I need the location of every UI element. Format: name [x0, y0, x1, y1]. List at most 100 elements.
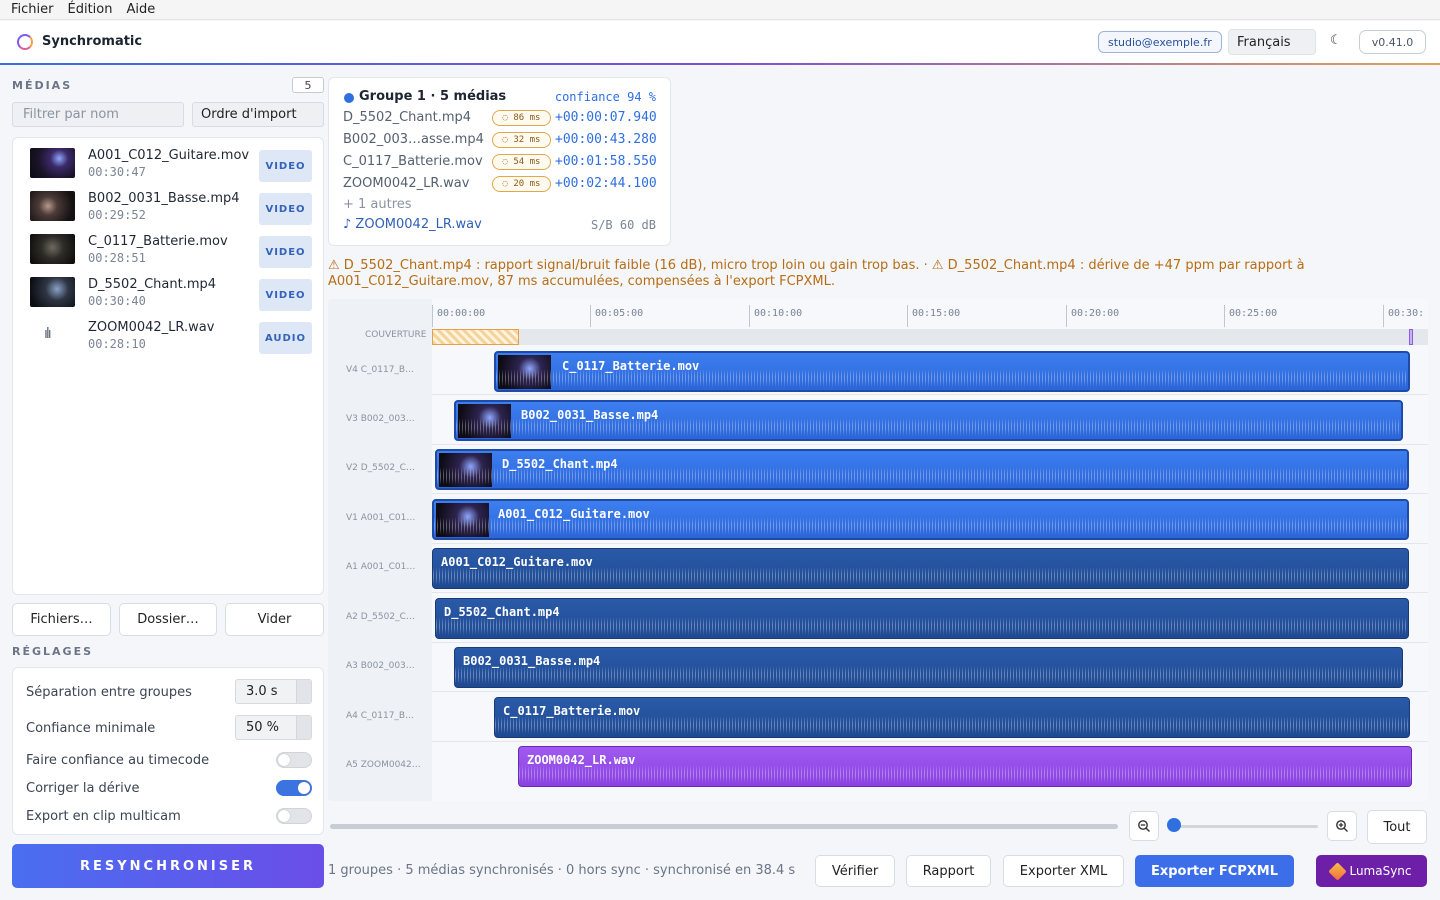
track-label-a3: A3 B002_003…	[346, 661, 415, 671]
timeline[interactable]: 00:00:00 00:05:00 00:10:00 00:15:00 00:2…	[328, 299, 1428, 801]
clip-a3-basse[interactable]: B002_0031_Basse.mp4	[454, 647, 1403, 688]
ruler-label: 00:05:00	[595, 308, 644, 319]
ruler-label: 00:15:00	[912, 308, 961, 319]
ruler-label: 00:20:00	[1071, 308, 1120, 319]
clip-a4-batterie[interactable]: C_0117_Batterie.mov	[494, 697, 1410, 738]
ruler-tick	[1383, 305, 1384, 327]
media-item-batterie[interactable]: C_0117_Batterie.mov 00:28:51 VIDEO	[30, 234, 316, 272]
group-row-offset: +00:00:43.280	[555, 132, 657, 147]
media-name: A001_C012_Guitare.mov	[88, 148, 250, 163]
media-type-badge: VIDEO	[259, 236, 312, 268]
settings-panel: Séparation entre groupes 3.0 s Confiance…	[12, 667, 324, 835]
media-type-badge: VIDEO	[259, 150, 312, 182]
clip-name: B002_0031_Basse.mp4	[521, 408, 659, 422]
confidence-label: Confiance minimale	[26, 721, 156, 736]
drift-label: Corriger la dérive	[26, 781, 140, 796]
clip-a5-zoom[interactable]: ZOOM0042_LR.wav	[518, 746, 1412, 787]
export-xml-button[interactable]: Exporter XML	[1003, 855, 1124, 887]
ruler-tick	[907, 305, 908, 327]
track-label-v3: V3 B002_003…	[346, 414, 415, 424]
clip-v1-guitare[interactable]: A001_C012_Guitare.mov	[432, 499, 1409, 540]
timecode-label: Faire confiance au timecode	[26, 753, 210, 768]
track-separator	[432, 592, 1428, 593]
verify-button[interactable]: Vérifier	[815, 855, 895, 887]
offset-precision-badge: ◌ 32 ms	[492, 132, 551, 148]
clip-v3-basse[interactable]: B002_0031_Basse.mp4	[454, 400, 1403, 441]
coverage-end-marker	[1409, 329, 1413, 345]
clip-v2-chant[interactable]: D_5502_Chant.mp4	[435, 449, 1409, 490]
clip-waveform	[433, 567, 1408, 585]
timeline-scrollbar[interactable]	[330, 824, 1118, 829]
media-type-badge: AUDIO	[259, 322, 312, 354]
header-gradient-divider	[0, 63, 1440, 65]
media-duration: 00:30:40	[88, 294, 146, 308]
clip-name: A001_C012_Guitare.mov	[498, 507, 650, 521]
ruler-tick	[1224, 305, 1225, 327]
group-snr: S/B 60 dB	[590, 218, 656, 232]
multicam-toggle[interactable]	[276, 808, 312, 824]
filter-input[interactable]	[12, 102, 184, 127]
media-duration: 00:28:10	[88, 337, 146, 351]
media-item-zoom[interactable]: ılı ZOOM0042_LR.wav 00:28:10 AUDIO	[30, 320, 316, 358]
add-folder-button[interactable]: Dossier…	[119, 603, 217, 636]
clip-v4-batterie[interactable]: C_0117_Batterie.mov	[494, 351, 1410, 392]
lumasync-button[interactable]: LumaSync	[1316, 855, 1427, 887]
group-row-offset: +00:00:07.940	[555, 110, 657, 125]
media-item-guitare[interactable]: A001_C012_Guitare.mov 00:30:47 VIDEO	[30, 148, 316, 186]
timecode-toggle[interactable]	[276, 752, 312, 768]
media-name: D_5502_Chant.mp4	[88, 277, 217, 292]
menu-aide[interactable]: Aide	[126, 2, 155, 17]
resync-button[interactable]: RESYNCHRONISER	[12, 844, 324, 888]
track-separator	[432, 493, 1428, 494]
export-fcpxml-button[interactable]: Exporter FCPXML	[1135, 855, 1294, 887]
media-count-badge: 5	[292, 77, 324, 93]
lumasync-logo-icon	[1328, 861, 1348, 881]
zoom-in-icon[interactable]	[1327, 811, 1357, 841]
separation-label: Séparation entre groupes	[26, 685, 192, 700]
sync-status: 1 groupes · 5 médias synchronisés · 0 ho…	[328, 863, 796, 878]
ruler-label: 00:30:	[1388, 308, 1425, 319]
track-separator	[432, 691, 1428, 692]
drift-toggle[interactable]	[276, 780, 312, 796]
zoom-slider[interactable]	[1172, 825, 1318, 828]
zoom-fit-button[interactable]: Tout	[1367, 810, 1427, 844]
media-item-chant[interactable]: D_5502_Chant.mp4 00:30:40 VIDEO	[30, 277, 316, 315]
zoom-out-icon[interactable]	[1129, 811, 1159, 841]
ruler-tick	[432, 305, 433, 327]
ruler-tick	[1066, 305, 1067, 327]
group-card[interactable]: Groupe 1 · 5 médias confiance 94 % D_550…	[328, 77, 671, 246]
ruler-tick	[590, 305, 591, 327]
track-label-a5: A5 ZOOM0042…	[346, 760, 421, 770]
media-duration: 00:28:51	[88, 251, 146, 265]
media-name: ZOOM0042_LR.wav	[88, 320, 215, 335]
media-name: C_0117_Batterie.mov	[88, 234, 228, 249]
moon-icon[interactable]: ☾	[1330, 33, 1342, 48]
media-item-basse[interactable]: B002_0031_Basse.mp4 00:29:52 VIDEO	[30, 191, 316, 229]
video-thumbnail	[30, 191, 75, 221]
sync-warning: ⚠ D_5502_Chant.mp4 : rapport signal/brui…	[328, 258, 1305, 289]
clip-a2-chant[interactable]: D_5502_Chant.mp4	[435, 598, 1409, 639]
menu-fichier[interactable]: Fichier	[11, 2, 54, 17]
add-files-button[interactable]: Fichiers…	[12, 603, 111, 636]
group-row-offset: +00:02:44.100	[555, 176, 657, 191]
order-select[interactable]: Ordre d'import	[192, 102, 324, 127]
clip-waveform	[436, 617, 1408, 635]
zoom-slider-knob[interactable]	[1167, 818, 1181, 832]
language-select[interactable]: Français	[1228, 29, 1316, 55]
account-email[interactable]: studio@exemple.fr	[1098, 31, 1222, 53]
offset-precision-badge: ◌ 86 ms	[492, 110, 551, 126]
clear-button[interactable]: Vider	[225, 603, 324, 636]
track-separator	[432, 741, 1428, 742]
clip-a1-guitare[interactable]: A001_C012_Guitare.mov	[432, 548, 1409, 589]
group-more-link[interactable]: + 1 autres	[343, 197, 412, 212]
menu-edition[interactable]: Édition	[68, 2, 113, 17]
separation-input[interactable]: 3.0 s	[235, 679, 312, 704]
report-button[interactable]: Rapport	[906, 855, 991, 887]
track-label-a2: A2 D_5502_C…	[346, 612, 415, 622]
group-row-name: D_5502_Chant.mp4	[343, 110, 472, 125]
media-name: B002_0031_Basse.mp4	[88, 191, 240, 206]
settings-section-title: RÉGLAGES	[12, 645, 94, 658]
multicam-label: Export en clip multicam	[26, 809, 181, 824]
clip-waveform	[495, 716, 1409, 734]
confidence-input[interactable]: 50 %	[235, 715, 312, 740]
